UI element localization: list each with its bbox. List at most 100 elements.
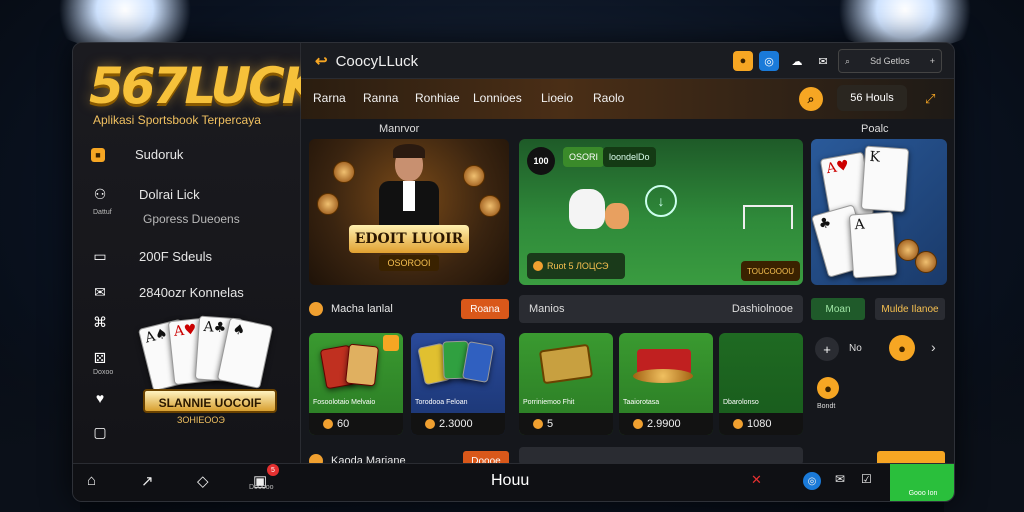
game-tile[interactable]: Taaiorotasa 2.9900 bbox=[619, 333, 713, 435]
home-icon[interactable]: ⌂ bbox=[87, 472, 96, 489]
filter-field[interactable]: Manios Dashiolnooe bbox=[519, 295, 803, 323]
sidebar-mini-label: Dattuf bbox=[93, 209, 112, 216]
game-value-text: 2.3000 bbox=[439, 418, 473, 430]
hours-pill[interactable]: 56 Houls bbox=[837, 85, 907, 111]
coin-icon[interactable]: ● bbox=[733, 51, 753, 71]
home-label[interactable]: Houu bbox=[491, 472, 529, 490]
sidebar-item-wallet[interactable]: ▢ bbox=[91, 423, 291, 441]
coin-icon bbox=[533, 419, 543, 429]
banner-subtitle: OSOROOI bbox=[379, 255, 439, 271]
mascot-pet bbox=[605, 203, 629, 229]
game-art bbox=[619, 333, 713, 397]
share-icon[interactable]: ↗ bbox=[141, 472, 154, 490]
back-arrow-icon[interactable]: ↩ bbox=[315, 52, 328, 70]
go-button[interactable]: Gooo Ion bbox=[890, 464, 954, 501]
app-window: 567LUCK Aplikasi Sportsbook Terpercaya ■… bbox=[72, 42, 955, 502]
sidebar-sub-label[interactable]: Gporess Dueoens bbox=[143, 212, 240, 226]
crowd-right bbox=[944, 312, 1024, 512]
chat-icon: ✉ bbox=[94, 283, 106, 300]
game-value-text: 2.9900 bbox=[647, 418, 681, 430]
game-tile[interactable]: Fosoolotaio Melvaio 60 bbox=[309, 333, 403, 435]
mail-icon[interactable]: ✉ bbox=[835, 472, 845, 486]
game-art bbox=[519, 333, 613, 397]
chevron-right-icon[interactable]: › bbox=[931, 339, 936, 355]
promo-banner-3[interactable]: A♥ K ♣ A bbox=[811, 139, 947, 285]
coin-icon bbox=[633, 419, 643, 429]
add-icon[interactable]: + bbox=[930, 56, 935, 66]
playing-cards-art: A♠ A♥ A♣ ♠ bbox=[137, 315, 281, 395]
sidebar-item-konnelas[interactable]: ✉ 2840ozr Konnelas bbox=[91, 283, 291, 301]
globe-icon[interactable]: ◎ bbox=[803, 472, 821, 490]
brand-title[interactable]: ↩ CoocyLLuck bbox=[315, 52, 418, 71]
section-label: Poalc bbox=[861, 123, 889, 135]
right-panel-text: No bbox=[849, 343, 862, 354]
game-value: 1080 bbox=[719, 413, 803, 435]
game-name: Torodooa Feloan bbox=[415, 399, 468, 406]
sidebar-item-label: 200F Sdeuls bbox=[139, 248, 212, 264]
game-name: Dbarolonso bbox=[723, 399, 759, 406]
nav-tab-5[interactable]: Lioeio bbox=[541, 91, 573, 105]
game-tile[interactable]: Torodooa Feloan 2.3000 bbox=[411, 333, 505, 435]
add-button[interactable]: + bbox=[815, 337, 839, 361]
slot-banner[interactable]: SLANNIE UOCOIF bbox=[143, 389, 277, 413]
banner-corner-label: TOUCOOOU bbox=[741, 261, 800, 281]
coin-button[interactable]: ● bbox=[889, 335, 915, 361]
badge-100: 100 bbox=[527, 147, 555, 175]
game-value-text: 5 bbox=[547, 418, 554, 430]
brand-logo[interactable]: 567LUCK bbox=[89, 57, 321, 115]
hot-icon bbox=[383, 335, 399, 351]
promo-banner-1[interactable]: EDOIT LUOIR OSOROOI bbox=[309, 139, 509, 285]
nav-tab-3[interactable]: Ronhiae bbox=[415, 91, 460, 105]
play-icon[interactable]: ↓ bbox=[645, 185, 677, 217]
search-icon: ⌕ bbox=[845, 55, 851, 66]
coin-icon bbox=[317, 193, 339, 215]
nav-tab-6[interactable]: Raolo bbox=[593, 91, 624, 105]
slot-banner-sub: ЗОНІЕООЭ bbox=[177, 415, 225, 425]
sidebar-item-sudoruk[interactable]: ■ Sudoruk bbox=[91, 147, 291, 162]
nav-tab-1[interactable]: Rarna bbox=[313, 91, 346, 105]
game-value-text: 1080 bbox=[747, 418, 772, 430]
orange-text-button[interactable]: Mulde Ilanoe bbox=[875, 298, 945, 320]
sidebar-item-sdeuls[interactable]: ▭ 200F Sdeuls bbox=[91, 247, 291, 265]
diamond-icon[interactable]: ◇ bbox=[197, 472, 209, 490]
game-tile[interactable]: Dbarolonso 1080 bbox=[719, 333, 803, 435]
game-art bbox=[309, 333, 403, 397]
inbox-icon[interactable]: ☑ bbox=[861, 472, 872, 486]
bag-icon: ■ bbox=[91, 147, 105, 162]
game-tile[interactable]: Porriniemoo Fhit 5 bbox=[519, 333, 613, 435]
coin-icon bbox=[425, 419, 435, 429]
nav-tab-4[interactable]: Lonnioes bbox=[473, 91, 522, 105]
game-name: Fosoolotaio Melvaio bbox=[313, 399, 376, 406]
nav-tab-2[interactable]: Ranna bbox=[363, 91, 398, 105]
flag-icon[interactable]: ✕ bbox=[751, 472, 762, 488]
mail-icon[interactable]: ✉ bbox=[813, 51, 833, 71]
promo-banner-2[interactable]: 100 OSORI loondelDo ↓ Ruot 5 ЛОЦСЭ TOUCO… bbox=[519, 139, 803, 285]
expand-icon[interactable]: ⤢ bbox=[925, 91, 935, 107]
coin-icon bbox=[479, 195, 501, 217]
search-icon[interactable]: ⌕ bbox=[799, 87, 823, 111]
sidebar-item-label: Sudoruk bbox=[135, 147, 184, 162]
game-value: 2.9900 bbox=[619, 413, 713, 435]
cloud-icon[interactable]: ☁ bbox=[787, 51, 807, 71]
wallet-icon: ▢ bbox=[93, 423, 107, 440]
tagline: Aplikasi Sportsbook Terpercaya bbox=[93, 113, 261, 127]
coin-icon bbox=[733, 419, 743, 429]
sidebar-item-dolrai[interactable]: ⚇ Dolrai Lick bbox=[91, 185, 291, 203]
row1-button[interactable]: Roana bbox=[461, 299, 509, 319]
coin-icon bbox=[915, 251, 937, 273]
banner-title: EDOIT LUOIR bbox=[349, 225, 469, 253]
coin-icon bbox=[333, 161, 355, 183]
top-bar: ↩ CoocyLLuck ● ◎ ☁ ✉ ⌕ Sd Getlos + bbox=[301, 43, 954, 79]
section-label: Manrvor bbox=[379, 123, 420, 135]
game-art bbox=[719, 333, 803, 397]
info-button[interactable]: ● bbox=[817, 377, 839, 399]
heart-icon: ♥ bbox=[95, 390, 105, 406]
network-icon: ⌘ bbox=[93, 313, 107, 330]
search-input[interactable]: ⌕ Sd Getlos + bbox=[838, 49, 942, 73]
notification-badge: 5 bbox=[267, 464, 279, 476]
banner-pill: loondelDo bbox=[603, 147, 656, 167]
filter-right: Dashiolnooe bbox=[731, 303, 793, 315]
globe-icon[interactable]: ◎ bbox=[759, 51, 779, 71]
green-button[interactable]: Moan bbox=[811, 298, 865, 320]
monitor-icon: ▭ bbox=[93, 247, 107, 264]
